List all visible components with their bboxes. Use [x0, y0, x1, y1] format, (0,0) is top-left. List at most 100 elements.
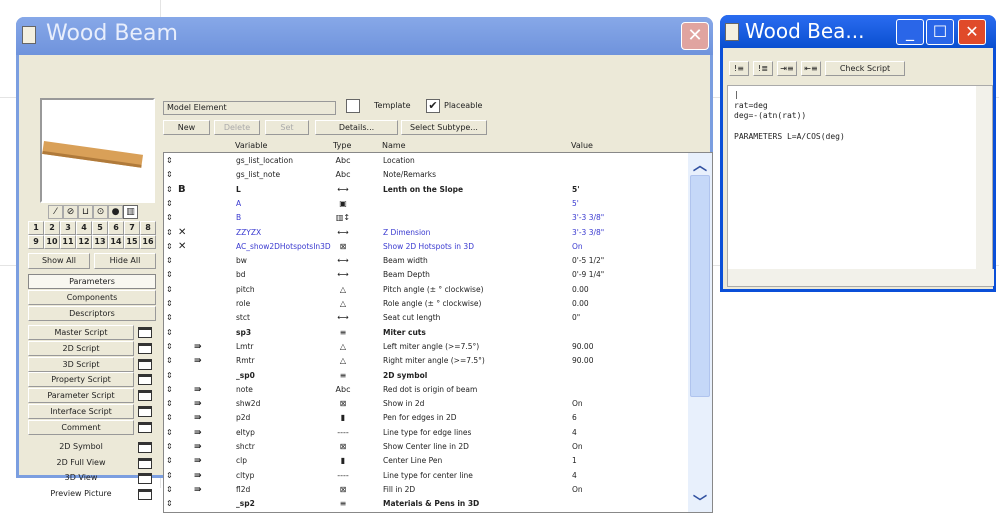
- parameter-value[interactable]: On: [572, 483, 583, 497]
- layer-button-10[interactable]: 10: [44, 235, 60, 249]
- window-icon[interactable]: [138, 488, 152, 500]
- parameter-name[interactable]: Beam Depth: [383, 268, 430, 282]
- select-subtype-button[interactable]: Select Subtype...: [401, 120, 487, 135]
- parameter-name[interactable]: Miter cuts: [383, 326, 426, 340]
- parameter-value[interactable]: 4: [572, 469, 577, 483]
- vertical-scrollbar[interactable]: ︿ ﹀: [688, 153, 712, 512]
- parameter-value[interactable]: 90.00: [572, 340, 593, 354]
- outdent-icon[interactable]: ⇤≡: [801, 61, 821, 76]
- variable-name[interactable]: stct: [236, 311, 250, 325]
- layer-button-6[interactable]: 6: [108, 221, 124, 235]
- script-2d-script[interactable]: 2D Script: [28, 340, 134, 356]
- shaded-icon[interactable]: ●: [108, 205, 123, 219]
- variable-name[interactable]: _sp2: [236, 497, 255, 511]
- parameter-value[interactable]: 1: [572, 454, 577, 468]
- parameter-name[interactable]: Lenth on the Slope: [383, 183, 463, 197]
- scroll-up-icon[interactable]: ︿: [690, 155, 710, 174]
- window-icon[interactable]: [138, 406, 152, 417]
- table-row[interactable]: ⇕ sp3 ≡ Miter cuts: [164, 326, 689, 340]
- type-icon[interactable]: ⟷: [334, 268, 352, 282]
- type-icon[interactable]: ▣: [334, 197, 352, 211]
- table-row[interactable]: ⇕ stct ⟷ Seat cut length 0": [164, 311, 689, 325]
- parameter-value[interactable]: 4: [572, 426, 577, 440]
- reorder-handle-icon[interactable]: ⇕: [166, 254, 173, 268]
- parameter-value[interactable]: On: [572, 397, 583, 411]
- layer-button-16[interactable]: 16: [140, 235, 156, 249]
- type-icon[interactable]: △: [334, 297, 352, 311]
- title-bar[interactable]: Wood Beam ✕: [16, 17, 713, 55]
- reorder-handle-icon[interactable]: ⇕: [166, 483, 173, 497]
- parameter-name[interactable]: Line type for center line: [383, 469, 473, 483]
- reorder-handle-icon[interactable]: ⇕: [166, 469, 173, 483]
- plan-icon[interactable]: ⊘: [63, 205, 78, 219]
- parameter-name[interactable]: Pitch angle (± ° clockwise): [383, 283, 484, 297]
- close-button[interactable]: ✕: [681, 22, 709, 50]
- table-row[interactable]: ⇕ ✕ ZZYZX ⟷ Z Dimension 3'-3 3/8": [164, 226, 689, 240]
- script-property-script[interactable]: Property Script: [28, 372, 134, 388]
- scroll-thumb[interactable]: [690, 175, 710, 397]
- reorder-handle-icon[interactable]: ⇕: [166, 226, 173, 240]
- type-icon[interactable]: △: [334, 340, 352, 354]
- reorder-handle-icon[interactable]: ⇕: [166, 497, 173, 511]
- view-2d-symbol[interactable]: 2D Symbol: [28, 442, 134, 451]
- variable-name[interactable]: shctr: [236, 440, 255, 454]
- parameter-name[interactable]: 2D symbol: [383, 369, 427, 383]
- table-row[interactable]: ⇕ gs_list_note Abc Note/Remarks: [164, 168, 689, 182]
- reorder-handle-icon[interactable]: ⇕: [166, 354, 173, 368]
- table-row[interactable]: ⇕ bd ⟷ Beam Depth 0'-9 1/4": [164, 268, 689, 282]
- table-row[interactable]: ⇕ ✕ AC_show2DHotspotsIn3D ⊠ Show 2D Hotspots…: [164, 240, 689, 254]
- variable-name[interactable]: note: [236, 383, 253, 397]
- layer-button-2[interactable]: 2: [44, 221, 60, 235]
- reorder-handle-icon[interactable]: ⇕: [166, 383, 173, 397]
- placeable-checkbox[interactable]: ✔: [426, 99, 440, 113]
- type-icon[interactable]: △: [334, 354, 352, 368]
- script-comment[interactable]: Comment: [28, 419, 134, 435]
- variable-name[interactable]: pitch: [236, 283, 255, 297]
- type-icon[interactable]: ▥↕: [334, 211, 352, 225]
- section-icon[interactable]: ▥: [123, 205, 138, 219]
- title-bar[interactable]: Wood Bea... _ ☐ ✕: [720, 15, 996, 48]
- type-icon[interactable]: Abc: [334, 154, 352, 168]
- reorder-handle-icon[interactable]: ⇕: [166, 283, 173, 297]
- parameter-name[interactable]: Location: [383, 154, 415, 168]
- parameter-value[interactable]: 3'-3 3/8": [572, 211, 604, 225]
- column-name[interactable]: Name: [382, 141, 406, 150]
- type-icon[interactable]: Abc: [334, 383, 352, 397]
- type-icon[interactable]: ⊠: [334, 483, 352, 497]
- variable-name[interactable]: eltyp: [236, 426, 255, 440]
- parameter-value[interactable]: 0'-9 1/4": [572, 268, 604, 282]
- table-row[interactable]: ⇕ ⇛ p2d ▮ Pen for edges in 2D 6: [164, 411, 689, 425]
- window-icon[interactable]: [138, 473, 152, 484]
- variable-name[interactable]: AC_show2DHotspotsIn3D: [236, 240, 331, 254]
- reorder-handle-icon[interactable]: ⇕: [166, 297, 173, 311]
- parameter-value[interactable]: 6: [572, 411, 577, 425]
- variable-name[interactable]: p2d: [236, 411, 250, 425]
- variable-name[interactable]: role: [236, 297, 250, 311]
- parameter-name[interactable]: Show Center line in 2D: [383, 440, 469, 454]
- table-row[interactable]: ⇕ _sp2 ≡ Materials & Pens in 3D: [164, 497, 689, 511]
- type-icon[interactable]: ▮: [334, 411, 352, 425]
- type-icon[interactable]: ----: [334, 426, 352, 440]
- table-row[interactable]: ⇕ ⇛ fl2d ⊠ Fill in 2D On: [164, 483, 689, 497]
- layer-button-3[interactable]: 3: [60, 221, 76, 235]
- type-icon[interactable]: ⊠: [334, 440, 352, 454]
- column-value[interactable]: Value: [571, 141, 593, 150]
- parameter-value[interactable]: On: [572, 440, 583, 454]
- variable-name[interactable]: L: [236, 183, 241, 197]
- table-row[interactable]: ⇕ ⇛ note Abc Red dot is origin of beam: [164, 383, 689, 397]
- type-icon[interactable]: ▮: [334, 454, 352, 468]
- vertical-scrollbar[interactable]: [976, 86, 992, 271]
- variable-name[interactable]: shw2d: [236, 397, 260, 411]
- layer-button-9[interactable]: 9: [28, 235, 44, 249]
- variable-name[interactable]: A: [236, 197, 241, 211]
- layer-button-14[interactable]: 14: [108, 235, 124, 249]
- type-icon[interactable]: ⊠: [334, 397, 352, 411]
- hide-all-button[interactable]: Hide All: [94, 253, 156, 269]
- parameter-value[interactable]: 3'-3 3/8": [572, 226, 604, 240]
- column-type[interactable]: Type: [333, 141, 351, 150]
- table-row[interactable]: ⇕ ⇛ Rmtr △ Right miter angle (>=7.5°) 90.00: [164, 354, 689, 368]
- subtype-field[interactable]: Model Element: [163, 101, 336, 115]
- reorder-handle-icon[interactable]: ⇕: [166, 197, 173, 211]
- set-button[interactable]: Set: [265, 120, 309, 135]
- window-icon[interactable]: [138, 390, 152, 402]
